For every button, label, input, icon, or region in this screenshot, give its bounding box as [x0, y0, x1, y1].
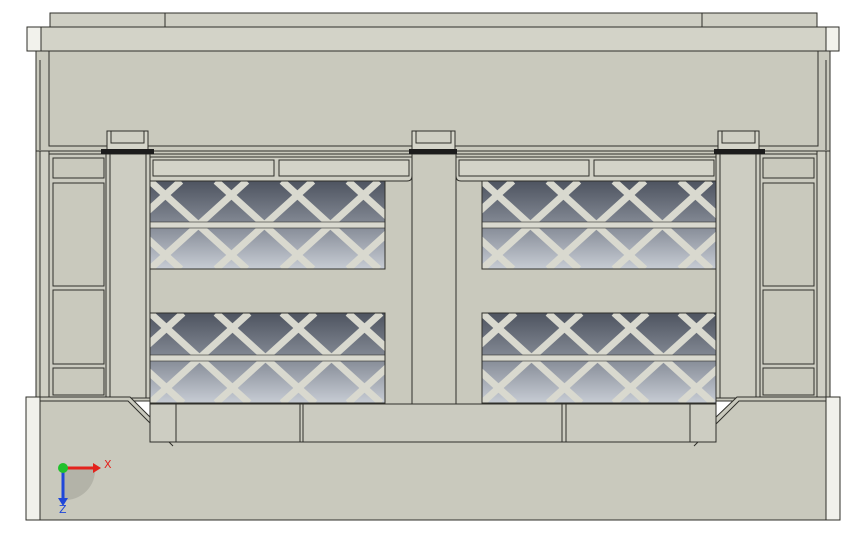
hinge-right	[714, 130, 765, 154]
hinge-center	[409, 130, 457, 154]
left-column	[48, 153, 151, 399]
right-column	[715, 153, 818, 399]
lattice-crossbar	[150, 354, 385, 362]
base-strip	[149, 403, 717, 443]
z-axis-label: Z	[59, 503, 67, 516]
center-post	[411, 153, 457, 405]
cad-viewport[interactable]: X Z	[0, 0, 867, 533]
lid-rim	[26, 26, 840, 52]
crate-drawing: X Z	[25, 12, 841, 521]
x-axis-label: X	[104, 458, 112, 471]
lid-top-strip	[49, 12, 818, 28]
lattice-crossbar	[482, 221, 716, 229]
lattice-crossbar	[482, 354, 716, 362]
lattice-crossbar	[150, 221, 385, 229]
hinge-left	[101, 130, 154, 154]
